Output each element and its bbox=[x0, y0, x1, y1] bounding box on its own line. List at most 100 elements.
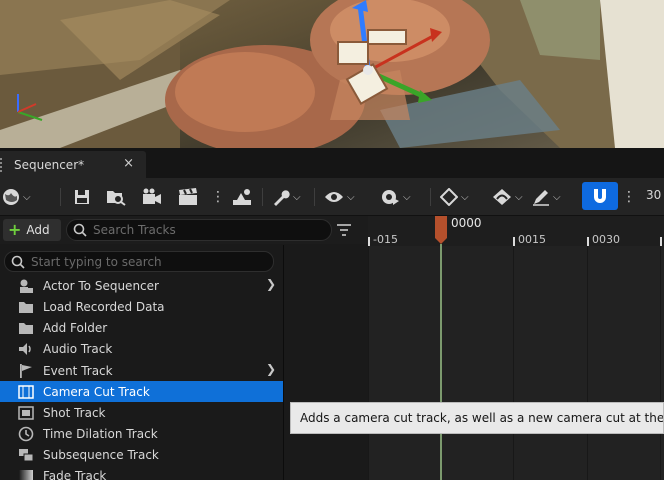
flag-icon bbox=[18, 363, 34, 379]
ruler-tick bbox=[587, 237, 589, 246]
eye-icon bbox=[325, 192, 343, 202]
menu-item-label: Load Recorded Data bbox=[43, 299, 165, 314]
add-track-menu: Actor To Sequencer ❯ Load Recorded Data … bbox=[0, 245, 284, 480]
save-button[interactable] bbox=[74, 185, 90, 209]
chevron-down-icon: ⌵ bbox=[403, 191, 411, 203]
edit-tools-button[interactable]: ⌵ bbox=[532, 185, 561, 209]
menu-search-input[interactable] bbox=[31, 254, 271, 269]
filter-icon[interactable] bbox=[336, 222, 352, 238]
current-time-label: 0000 bbox=[451, 216, 482, 230]
movie-camera-icon bbox=[143, 188, 161, 204]
save-icon bbox=[75, 190, 89, 204]
menu-item-camera-cut-track[interactable]: Camera Cut Track bbox=[0, 381, 283, 402]
menu-item-label: Shot Track bbox=[43, 405, 106, 420]
menu-item-label: Fade Track bbox=[43, 468, 107, 480]
frame-rate-display[interactable]: 30 bbox=[646, 188, 661, 202]
toolbar-divider bbox=[430, 188, 431, 206]
wrench-icon bbox=[274, 190, 290, 206]
folder-search-icon bbox=[107, 191, 126, 206]
view-options-button[interactable]: ⌵ bbox=[324, 185, 355, 209]
menu-item-label: Add Folder bbox=[43, 320, 108, 335]
menu-item-actor-to-sequencer[interactable]: Actor To Sequencer ❯ bbox=[0, 275, 283, 296]
grid-line bbox=[660, 246, 661, 480]
menu-search-field[interactable] bbox=[4, 251, 274, 272]
search-icon bbox=[11, 255, 25, 269]
chevron-right-icon: ❯ bbox=[265, 277, 276, 291]
curve-key-icon bbox=[493, 189, 511, 205]
menu-item-shot-track[interactable]: Shot Track bbox=[0, 402, 283, 423]
render-movie-button[interactable] bbox=[142, 185, 162, 209]
menu-item-label: Subsequence Track bbox=[43, 447, 159, 462]
actor-icon bbox=[18, 278, 34, 294]
gear-play-icon bbox=[382, 190, 399, 205]
pencil-icon bbox=[533, 190, 549, 206]
ruler-tick bbox=[513, 237, 515, 246]
director-blueprint-button[interactable] bbox=[232, 185, 252, 209]
snap-options-icon[interactable]: ⋮ bbox=[622, 185, 636, 209]
search-icon bbox=[73, 223, 87, 237]
clapperboard-icon bbox=[179, 188, 197, 205]
world-menu-button[interactable]: ⌵ bbox=[2, 185, 31, 209]
drag-grip-icon bbox=[0, 157, 8, 172]
playhead-line bbox=[440, 244, 442, 480]
snap-toggle-button[interactable] bbox=[582, 182, 618, 210]
menu-item-label: Audio Track bbox=[43, 341, 113, 356]
ruler-tick bbox=[660, 237, 662, 246]
plus-icon: + bbox=[8, 220, 22, 239]
tab-sequencer[interactable]: Sequencer* × bbox=[0, 151, 146, 178]
camera-cut-icon bbox=[18, 384, 34, 400]
level-viewport[interactable] bbox=[0, 0, 664, 148]
key-options-button[interactable]: ⌵ bbox=[440, 185, 469, 209]
menu-item-label: Actor To Sequencer bbox=[43, 278, 159, 293]
chevron-down-icon: ⌵ bbox=[553, 191, 561, 203]
subsequence-icon bbox=[18, 447, 34, 463]
menu-item-label: Camera Cut Track bbox=[43, 384, 150, 399]
ruler-tick bbox=[368, 237, 370, 246]
add-button-label: Add bbox=[26, 223, 50, 237]
add-track-button[interactable]: + Add bbox=[3, 219, 61, 241]
tooltip: Adds a camera cut track, as well as a ne… bbox=[290, 402, 664, 434]
tab-title: Sequencer* bbox=[14, 157, 85, 172]
clapper-button[interactable] bbox=[178, 185, 198, 209]
clock-icon bbox=[18, 426, 34, 442]
ruler-tick-label: -015 bbox=[373, 233, 398, 246]
menu-item-fade-track[interactable]: Fade Track bbox=[0, 465, 283, 480]
globe-icon bbox=[3, 189, 19, 205]
menu-item-time-dilation-track[interactable]: Time Dilation Track bbox=[0, 423, 283, 444]
timeline-area[interactable] bbox=[368, 246, 664, 480]
chevron-down-icon: ⌵ bbox=[23, 191, 31, 203]
search-tracks-field[interactable] bbox=[66, 219, 332, 241]
chevron-down-icon: ⌵ bbox=[515, 191, 523, 203]
toolbar-divider bbox=[314, 188, 315, 206]
menu-item-add-folder[interactable]: Add Folder bbox=[0, 317, 283, 338]
viewport-scene bbox=[0, 0, 664, 148]
tooltip-text: Adds a camera cut track, as well as a ne… bbox=[300, 411, 664, 425]
search-tracks-input[interactable] bbox=[93, 223, 313, 237]
folder-open-icon bbox=[18, 299, 34, 315]
interpolation-button[interactable]: ⌵ bbox=[492, 185, 523, 209]
more-options-icon[interactable]: ⋮ bbox=[211, 185, 225, 209]
menu-item-load-recorded-data[interactable]: Load Recorded Data bbox=[0, 296, 283, 317]
playhead-handle[interactable] bbox=[434, 216, 448, 244]
folder-icon bbox=[18, 320, 34, 336]
find-in-content-button[interactable] bbox=[106, 185, 126, 209]
time-ruler[interactable]: -015 0015 0030 bbox=[368, 216, 664, 246]
ruler-tick-label: 0030 bbox=[592, 233, 620, 246]
tab-bar: Sequencer* × bbox=[0, 148, 664, 178]
keyframe-diamond-icon bbox=[440, 188, 458, 206]
chevron-down-icon: ⌵ bbox=[347, 191, 355, 203]
menu-item-subsequence-track[interactable]: Subsequence Track bbox=[0, 444, 283, 465]
chevron-down-icon: ⌵ bbox=[461, 191, 469, 203]
menu-item-audio-track[interactable]: Audio Track bbox=[0, 338, 283, 359]
toolbar-divider bbox=[60, 188, 61, 206]
actions-menu-button[interactable]: ⌵ bbox=[272, 185, 301, 209]
hierarchy-icon bbox=[233, 189, 251, 205]
grid-line bbox=[368, 246, 369, 480]
grid-line bbox=[513, 246, 514, 480]
fade-icon bbox=[18, 468, 34, 480]
magnet-icon bbox=[594, 189, 606, 203]
close-tab-icon[interactable]: × bbox=[123, 156, 134, 171]
menu-item-label: Time Dilation Track bbox=[43, 426, 158, 441]
menu-item-event-track[interactable]: Event Track ❯ bbox=[0, 360, 283, 381]
playback-options-button[interactable]: ⌵ bbox=[380, 185, 411, 209]
